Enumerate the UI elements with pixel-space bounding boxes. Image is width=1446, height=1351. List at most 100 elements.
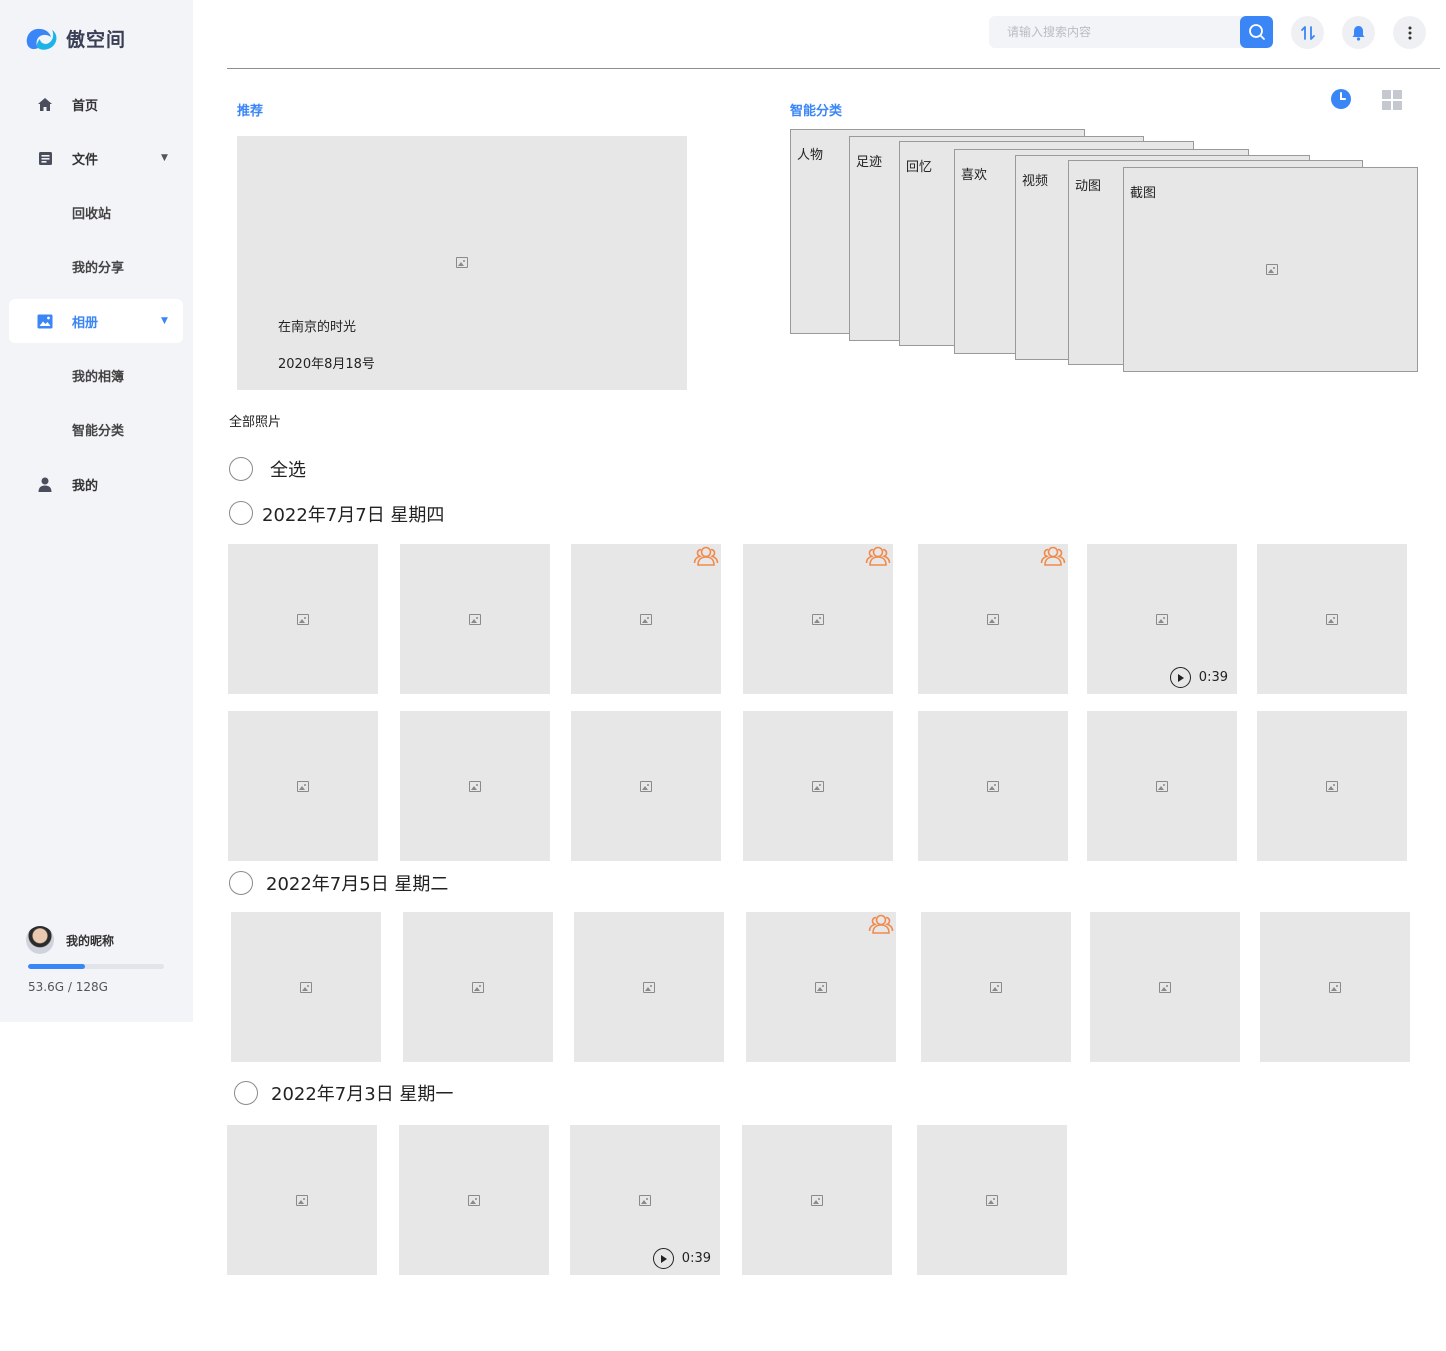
- image-placeholder-icon: [468, 1195, 480, 1206]
- category-card-screenshots[interactable]: 截图: [1123, 167, 1418, 372]
- sidebar-item-my-shares[interactable]: 我的分享: [9, 244, 183, 288]
- group-select-radio[interactable]: [234, 1081, 258, 1105]
- image-placeholder-icon: [1159, 982, 1171, 993]
- bell-icon: [1352, 25, 1365, 41]
- chevron-down-icon: ▼: [161, 316, 168, 326]
- video-duration-badge: 0:39: [1169, 667, 1228, 688]
- photo-thumbnail[interactable]: [921, 912, 1071, 1062]
- search-input[interactable]: [989, 16, 1239, 48]
- image-placeholder-icon: [1266, 264, 1278, 275]
- photo-thumbnail[interactable]: [1260, 912, 1410, 1062]
- photo-thumbnail[interactable]: [1087, 711, 1237, 861]
- category-label: 视频: [1022, 174, 1049, 189]
- sidebar-item-smart-categories[interactable]: 智能分类: [9, 407, 183, 451]
- photo-thumbnail[interactable]: [743, 544, 893, 694]
- sidebar-item-album[interactable]: 相册 ▼: [9, 299, 183, 343]
- transfer-button[interactable]: [1291, 16, 1324, 49]
- app-logo[interactable]: 傲空间: [24, 24, 126, 52]
- group-date-label: 2022年7月7日 星期四: [262, 505, 445, 526]
- image-placeholder-icon: [986, 1195, 998, 1206]
- sidebar-item-my-albums[interactable]: 我的相簿: [9, 353, 183, 397]
- search-button[interactable]: [1240, 16, 1273, 48]
- select-all-radio[interactable]: [229, 457, 253, 481]
- image-placeholder-icon: [472, 982, 484, 993]
- people-icon: [868, 913, 894, 935]
- clock-icon: [1331, 89, 1351, 109]
- sidebar-item-files[interactable]: 文件 ▼: [9, 136, 183, 180]
- grid-icon: [1382, 90, 1402, 110]
- storage-progress-bar: [28, 964, 164, 969]
- photo-thumbnail[interactable]: [746, 912, 896, 1062]
- photo-thumbnail[interactable]: [742, 1125, 892, 1275]
- user-profile[interactable]: 我的昵称: [26, 926, 114, 954]
- photo-thumbnail[interactable]: [918, 544, 1068, 694]
- chevron-down-icon: ▼: [161, 153, 168, 163]
- photo-thumbnail[interactable]: [399, 1125, 549, 1275]
- photo-thumbnail[interactable]: [571, 544, 721, 694]
- photo-thumbnail[interactable]: [571, 711, 721, 861]
- photo-thumbnail[interactable]: [227, 1125, 377, 1275]
- group-select-radio[interactable]: [229, 501, 253, 525]
- image-placeholder-icon: [1326, 614, 1338, 625]
- play-icon: [1169, 667, 1191, 688]
- image-placeholder-icon: [300, 982, 312, 993]
- logo-icon: [24, 24, 60, 52]
- people-icon: [693, 545, 719, 567]
- photo-thumbnail[interactable]: [1257, 711, 1407, 861]
- group-select-radio[interactable]: [229, 871, 253, 895]
- search-box: [989, 16, 1273, 48]
- category-label: 足迹: [856, 155, 883, 170]
- image-placeholder-icon: [987, 781, 999, 792]
- video-duration: 0:39: [681, 1251, 711, 1266]
- notification-button[interactable]: [1342, 16, 1375, 49]
- user-nickname: 我的昵称: [66, 933, 115, 948]
- sidebar-item-label: 我的分享: [72, 260, 125, 276]
- photo-thumbnail[interactable]: [743, 711, 893, 861]
- select-all-label: 全选: [270, 460, 306, 481]
- recommend-card-date: 2020年8月18号: [278, 357, 375, 372]
- photo-thumbnail[interactable]: 0:39: [570, 1125, 720, 1275]
- file-icon: [37, 150, 53, 166]
- photo-thumbnail[interactable]: [228, 544, 378, 694]
- sidebar-item-recycle-bin[interactable]: 回收站: [9, 190, 183, 234]
- sidebar-item-label: 我的: [72, 478, 99, 494]
- photo-thumbnail[interactable]: [228, 711, 378, 861]
- image-placeholder-icon: [469, 614, 481, 625]
- image-placeholder-icon: [812, 781, 824, 792]
- all-photos-title: 全部照片: [229, 415, 282, 430]
- group-date-label: 2022年7月5日 星期二: [266, 874, 449, 895]
- image-placeholder-icon: [990, 982, 1002, 993]
- sidebar-item-label: 我的相簿: [72, 369, 125, 385]
- photo-thumbnail[interactable]: [1257, 544, 1407, 694]
- photo-thumbnail[interactable]: [400, 544, 550, 694]
- sidebar-item-label: 相册: [72, 315, 99, 331]
- image-placeholder-icon: [811, 1195, 823, 1206]
- header-divider: [227, 68, 1440, 69]
- sidebar: 傲空间 首页 文件 ▼ 回收站 我的分享 相册 ▼ 我的相簿 智能分类 我的 我…: [0, 0, 193, 1022]
- recommend-card[interactable]: 在南京的时光 2020年8月18号: [237, 136, 687, 390]
- photo-thumbnail[interactable]: 0:39: [1087, 544, 1237, 694]
- photo-thumbnail[interactable]: [400, 711, 550, 861]
- category-label: 喜欢: [961, 168, 988, 183]
- sidebar-item-me[interactable]: 我的: [9, 462, 183, 506]
- image-placeholder-icon: [297, 614, 309, 625]
- more-button[interactable]: [1393, 16, 1426, 49]
- photo-thumbnail[interactable]: [574, 912, 724, 1062]
- category-label: 动图: [1075, 179, 1102, 194]
- people-icon: [865, 545, 891, 567]
- user-icon: [37, 476, 53, 492]
- grid-view-button[interactable]: [1382, 90, 1402, 114]
- recommend-card-title: 在南京的时光: [278, 320, 357, 335]
- search-icon: [1248, 24, 1265, 40]
- photo-thumbnail[interactable]: [403, 912, 553, 1062]
- image-placeholder-icon: [812, 614, 824, 625]
- photo-thumbnail[interactable]: [231, 912, 381, 1062]
- photo-thumbnail[interactable]: [917, 1125, 1067, 1275]
- sidebar-item-label: 首页: [72, 98, 99, 114]
- photo-thumbnail[interactable]: [1090, 912, 1240, 1062]
- category-label: 截图: [1130, 186, 1157, 201]
- timeline-view-button[interactable]: [1330, 88, 1352, 114]
- sidebar-item-home[interactable]: 首页: [9, 82, 183, 126]
- image-icon: [37, 313, 53, 329]
- photo-thumbnail[interactable]: [918, 711, 1068, 861]
